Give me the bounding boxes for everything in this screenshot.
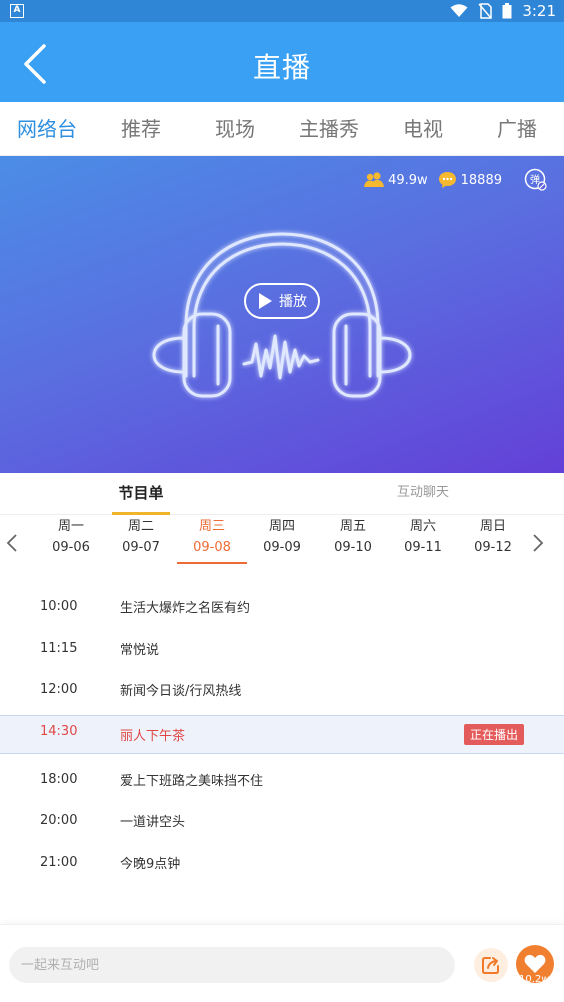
day-name: 周日	[479, 519, 506, 534]
chat-input[interactable]	[9, 947, 455, 983]
tab-tv[interactable]: 电视	[376, 102, 470, 155]
heart-icon	[524, 954, 546, 973]
listeners-count: 49.9w	[388, 172, 428, 188]
day-item[interactable]: 周五 09-10	[318, 517, 388, 559]
player-stats: 49.9w 18889 弹	[364, 168, 548, 192]
play-icon	[259, 293, 272, 309]
day-item[interactable]: 周日 09-12	[458, 517, 528, 559]
share-icon	[482, 957, 499, 974]
schedule-row[interactable]: 11:15 常悦说	[0, 628, 564, 668]
program-time: 14:30	[40, 724, 78, 739]
schedule-row-live[interactable]: 14:30 丽人下午茶 正在播出	[0, 715, 564, 754]
program-title: 新闻今日谈/行风热线	[120, 683, 242, 699]
listeners-icon	[364, 172, 385, 187]
program-time: 11:15	[40, 640, 78, 656]
program-subtabs: 节目单 互动聊天	[0, 473, 564, 515]
day-item-selected[interactable]: 周三 09-08	[177, 517, 247, 564]
wifi-icon	[450, 4, 468, 17]
danmu-toggle-icon[interactable]: 弹	[524, 168, 548, 192]
prev-week-chevron-left-icon[interactable]	[2, 531, 22, 555]
tab-anchor-show[interactable]: 主播秀	[282, 102, 376, 155]
listeners-stat: 49.9w	[364, 172, 428, 188]
tab-program-label: 节目单	[118, 484, 164, 502]
audio-player: 49.9w 18889 弹 播放	[0, 156, 564, 473]
day-name: 周三	[198, 519, 225, 534]
day-date: 09-08	[193, 540, 231, 555]
day-date: 09-06	[52, 540, 90, 555]
tab-radio[interactable]: 广播	[470, 102, 564, 155]
schedule-row[interactable]: 20:00 一道讲空头	[0, 800, 564, 840]
day-date: 09-11	[404, 540, 442, 555]
program-time: 21:00	[40, 854, 78, 870]
now-playing-badge: 正在播出	[463, 724, 524, 745]
app-indicator-icon: A	[10, 4, 24, 18]
no-sim-icon	[478, 3, 493, 19]
header-bar: 直播	[0, 22, 564, 102]
program-title: 爱上下班路之美味挡不住	[120, 773, 264, 789]
program-title: 常悦说	[120, 642, 160, 658]
program-time: 12:00	[40, 681, 78, 697]
tab-wangluotai[interactable]: 网络台	[0, 102, 94, 155]
like-count: 10.2w	[519, 974, 550, 985]
program-title: 一道讲空头	[120, 814, 186, 830]
day-item[interactable]: 周四 09-09	[247, 517, 317, 559]
day-date: 09-12	[474, 540, 512, 555]
day-name: 周六	[409, 519, 436, 534]
day-date: 09-10	[334, 540, 372, 555]
day-name: 周五	[339, 519, 366, 534]
comments-stat: 18889	[438, 171, 502, 189]
tab-live-scene[interactable]: 现场	[188, 102, 282, 155]
day-name: 周一	[57, 519, 84, 534]
status-bar: A 3:21	[0, 0, 564, 22]
clock: 3:21	[522, 2, 556, 20]
day-item[interactable]: 周六 09-11	[388, 517, 458, 559]
play-button[interactable]: 播放	[244, 283, 320, 319]
program-time: 20:00	[40, 812, 78, 828]
page-title: 直播	[252, 51, 311, 84]
day-selector: 周一 09-06 周二 09-07 周三 09-08 周四 09-09 周五 0…	[0, 515, 564, 570]
system-icons: 3:21	[450, 2, 556, 20]
headphones-illustration	[152, 232, 412, 398]
program-title: 今晚9点钟	[120, 856, 181, 872]
comment-bubble-icon	[438, 172, 456, 188]
tab-program-list[interactable]: 节目单	[112, 473, 170, 515]
program-title: 生活大爆炸之名医有约	[120, 600, 251, 616]
next-week-chevron-right-icon[interactable]	[528, 531, 548, 555]
day-date: 09-09	[263, 540, 301, 555]
schedule-row[interactable]: 18:00 爱上下班路之美味挡不住	[0, 759, 564, 799]
tab-recommend[interactable]: 推荐	[94, 102, 188, 155]
schedule-row[interactable]: 10:00 生活大爆炸之名医有约	[0, 586, 564, 626]
schedule-row[interactable]: 12:00 新闻今日谈/行风热线	[0, 669, 564, 709]
share-button[interactable]	[474, 948, 508, 982]
program-time: 10:00	[40, 598, 78, 614]
program-title: 丽人下午茶	[120, 729, 186, 744]
battery-icon	[502, 3, 512, 19]
day-item[interactable]: 周二 09-07	[106, 517, 176, 559]
day-name: 周二	[127, 519, 154, 534]
day-date: 09-07	[122, 540, 160, 555]
selected-day-underline	[177, 562, 247, 564]
category-tabs: 网络台 推荐 现场 主播秀 电视 广播	[0, 102, 564, 156]
day-item[interactable]: 周一 09-06	[36, 517, 106, 559]
bottom-chat-bar: 10.2w	[0, 924, 564, 1002]
schedule-row[interactable]: 21:00 今晚9点钟	[0, 842, 564, 882]
program-time: 18:00	[40, 771, 78, 787]
play-label: 播放	[279, 294, 307, 310]
tab-interactive-chat[interactable]: 互动聊天	[390, 473, 456, 515]
comments-count: 18889	[460, 172, 502, 188]
day-name: 周四	[268, 519, 295, 534]
